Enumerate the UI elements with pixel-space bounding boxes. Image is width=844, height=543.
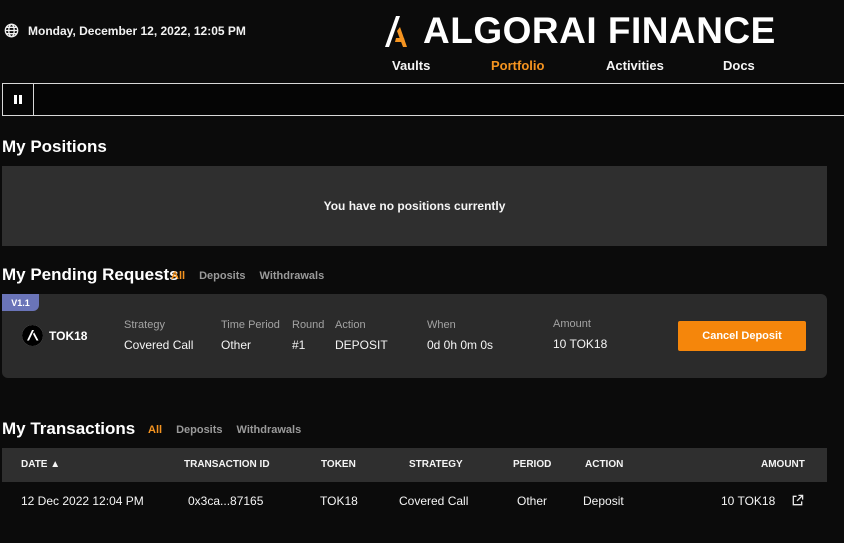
field-strategy: Strategy Covered Call bbox=[124, 319, 193, 352]
datetime-text: Monday, December 12, 2022, 12:05 PM bbox=[28, 23, 246, 38]
field-label: When bbox=[427, 319, 456, 331]
col-transaction-id: TRANSACTION ID bbox=[184, 459, 270, 470]
transactions-filters: All Deposits Withdrawals bbox=[148, 424, 301, 436]
col-date-sort[interactable]: DATE ▲ bbox=[21, 459, 60, 470]
field-value: Other bbox=[221, 338, 252, 352]
field-amount: Amount 10 TOK18 bbox=[553, 318, 607, 351]
pending-filters: All Deposits Withdrawals bbox=[171, 270, 324, 282]
field-value: 10 TOK18 bbox=[553, 337, 608, 351]
col-period: PERIOD bbox=[513, 459, 552, 470]
pending-request-card: V1.1 TOK18 Strategy Covered Call Time Pe… bbox=[2, 294, 827, 378]
field-label: Amount bbox=[553, 318, 591, 330]
pending-filter-withdrawals[interactable]: Withdrawals bbox=[260, 270, 325, 282]
field-value: DEPOSIT bbox=[335, 338, 388, 352]
token-name: TOK18 bbox=[49, 328, 88, 343]
positions-empty-message: You have no positions currently bbox=[323, 199, 506, 213]
field-round: Round #1 bbox=[292, 319, 324, 352]
field-label: Strategy bbox=[124, 319, 165, 331]
tx-id-link[interactable]: 0x3ca...87165 bbox=[188, 494, 263, 508]
transactions-table-header: DATE ▲ TRANSACTION ID TOKEN STRATEGY PER… bbox=[2, 448, 827, 482]
pending-title: My Pending Requests bbox=[2, 265, 179, 284]
tx-date: 12 Dec 2022 12:04 PM bbox=[21, 494, 144, 508]
field-value: Covered Call bbox=[124, 338, 194, 352]
field-label: Action bbox=[335, 319, 366, 331]
field-time-period: Time Period Other bbox=[221, 319, 280, 352]
globe-icon bbox=[4, 23, 19, 38]
col-action: ACTION bbox=[585, 459, 624, 470]
algorai-logo-icon bbox=[385, 16, 407, 47]
field-value: 0d 0h 0m 0s bbox=[427, 338, 494, 352]
field-label: Round bbox=[292, 319, 325, 331]
field-value: #1 bbox=[292, 338, 306, 352]
ticker-bar bbox=[2, 83, 844, 116]
pending-filter-deposits[interactable]: Deposits bbox=[199, 270, 245, 282]
external-link-icon[interactable] bbox=[791, 494, 804, 507]
cancel-deposit-button[interactable]: Cancel Deposit bbox=[678, 321, 806, 351]
nav-portfolio[interactable]: Portfolio bbox=[491, 58, 544, 73]
field-label: Time Period bbox=[221, 319, 280, 331]
nav-activities[interactable]: Activities bbox=[606, 58, 664, 73]
col-token: TOKEN bbox=[321, 459, 356, 470]
tx-action: Deposit bbox=[583, 494, 624, 508]
nav-vaults[interactable]: Vaults bbox=[392, 58, 430, 73]
pause-button[interactable] bbox=[3, 84, 34, 115]
brand-logo-link[interactable]: ALGORAI FINANCE bbox=[384, 11, 776, 51]
field-action: Action DEPOSIT bbox=[335, 319, 388, 352]
field-when: When 0d 0h 0m 0s bbox=[427, 319, 493, 352]
positions-empty-panel: You have no positions currently bbox=[2, 166, 827, 246]
transactions-title: My Transactions bbox=[2, 419, 136, 438]
brand-name: ALGORAI FINANCE bbox=[423, 10, 776, 51]
tx-period: Other bbox=[517, 494, 548, 508]
positions-title: My Positions bbox=[2, 137, 107, 156]
col-amount: AMOUNT bbox=[761, 459, 805, 470]
tx-token: TOK18 bbox=[320, 494, 358, 508]
tx-amount: 10 TOK18 bbox=[721, 494, 776, 508]
datetime-display: Monday, December 12, 2022, 12:05 PM bbox=[4, 23, 246, 38]
tx-strategy: Covered Call bbox=[399, 494, 469, 508]
tx-filter-all[interactable]: All bbox=[148, 424, 162, 436]
pause-icon bbox=[14, 95, 17, 104]
token-cell: TOK18 bbox=[22, 325, 87, 346]
pending-filter-all[interactable]: All bbox=[171, 270, 185, 282]
tx-filter-deposits[interactable]: Deposits bbox=[176, 424, 222, 436]
token-logo-icon bbox=[22, 325, 43, 346]
tx-filter-withdrawals[interactable]: Withdrawals bbox=[237, 424, 302, 436]
version-badge: V1.1 bbox=[2, 294, 39, 311]
col-strategy: STRATEGY bbox=[409, 459, 463, 470]
nav-docs[interactable]: Docs bbox=[723, 58, 755, 73]
